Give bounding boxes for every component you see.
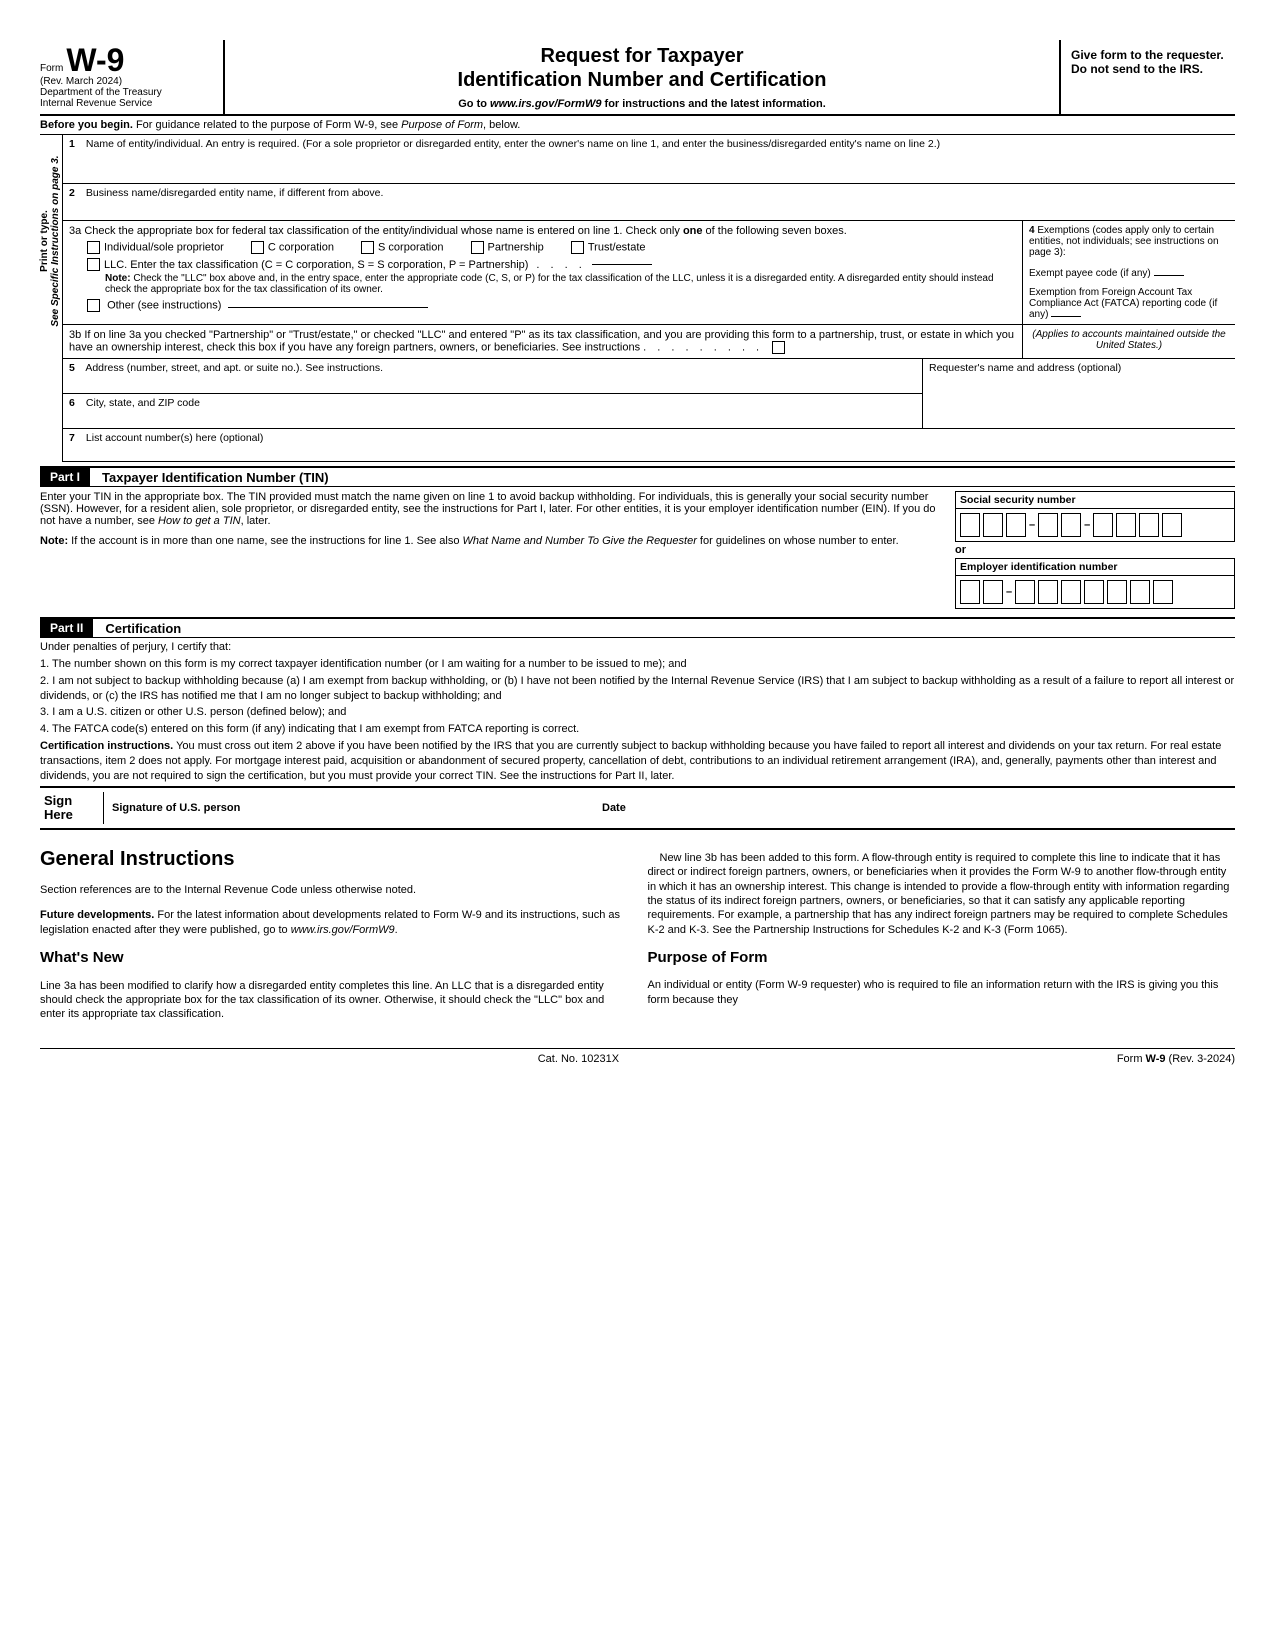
- line-7[interactable]: 7 List account number(s) here (optional): [63, 429, 1235, 462]
- date-field[interactable]: Date: [602, 802, 626, 814]
- cb-llc[interactable]: [87, 258, 100, 271]
- goto-line: Go to www.irs.gov/FormW9 for instruction…: [235, 98, 1049, 110]
- tin-box: Social security number – – or Employer i…: [955, 491, 1235, 609]
- header-left: Form W-9 (Rev. March 2024) Department of…: [40, 40, 225, 114]
- llc-class-input[interactable]: [592, 264, 652, 265]
- header-center: Request for Taxpayer Identification Numb…: [225, 40, 1059, 114]
- cb-3b[interactable]: [772, 341, 785, 354]
- cb-trust[interactable]: [571, 241, 584, 254]
- revision: (Rev. March 2024): [40, 76, 215, 87]
- cb-individual[interactable]: [87, 241, 100, 254]
- line-2[interactable]: 2 Business name/disregarded entity name,…: [63, 184, 1235, 221]
- general-instructions: General Instructions Section references …: [40, 840, 1235, 1032]
- line-1[interactable]: 1 Name of entity/individual. An entry is…: [63, 135, 1235, 184]
- main-fields: Print or type. See Specific Instructions…: [40, 135, 1235, 462]
- form-number: W-9: [66, 42, 124, 78]
- irs: Internal Revenue Service: [40, 98, 215, 109]
- payee-code-input[interactable]: [1154, 275, 1184, 276]
- page-footer: Cat. No. 10231X Form W-9 (Rev. 3-2024): [40, 1048, 1235, 1065]
- requester-box[interactable]: Requester's name and address (optional): [922, 359, 1235, 429]
- line-3a: 3a Check the appropriate box for federal…: [63, 221, 1023, 324]
- cb-partnership[interactable]: [471, 241, 484, 254]
- form-prefix: Form: [40, 63, 63, 74]
- cb-s-corp[interactable]: [361, 241, 374, 254]
- part1-header: Part I Taxpayer Identification Number (T…: [40, 466, 1235, 487]
- title-line2: Identification Number and Certification: [235, 68, 1049, 92]
- dept: Department of the Treasury: [40, 87, 215, 98]
- part1-body: Enter your TIN in the appropriate box. T…: [40, 487, 1235, 613]
- title-line1: Request for Taxpayer: [235, 44, 1049, 68]
- applies-note: (Applies to accounts maintained outside …: [1023, 325, 1235, 358]
- signature-row: Sign Here Signature of U.S. person Date: [40, 786, 1235, 831]
- address-block: 5 Address (number, street, and apt. or s…: [63, 359, 1235, 429]
- signature-field[interactable]: Signature of U.S. person: [104, 802, 602, 814]
- fatca-code-input[interactable]: [1051, 316, 1081, 317]
- line-6[interactable]: 6 City, state, and ZIP code: [63, 394, 922, 429]
- cb-c-corp[interactable]: [251, 241, 264, 254]
- line-3b-row: 3b If on line 3a you checked "Partnershi…: [63, 325, 1235, 359]
- before-you-begin: Before you begin. For guidance related t…: [40, 116, 1235, 135]
- form-header: Form W-9 (Rev. March 2024) Department of…: [40, 40, 1235, 116]
- line-3-4-container: 3a Check the appropriate box for federal…: [63, 221, 1235, 325]
- cb-other[interactable]: [87, 299, 100, 312]
- certification-text: Under penalties of perjury, I certify th…: [40, 640, 1235, 784]
- line-5[interactable]: 5 Address (number, street, and apt. or s…: [63, 359, 922, 394]
- other-input[interactable]: [228, 307, 428, 308]
- side-label: Print or type. See Specific Instructions…: [40, 135, 63, 462]
- line-4: 4 Exemptions (codes apply only to certai…: [1023, 221, 1235, 324]
- part2-header: Part II Certification: [40, 617, 1235, 638]
- ein-input[interactable]: –: [955, 575, 1235, 609]
- ssn-input[interactable]: – –: [955, 508, 1235, 542]
- give-form: Give form to the requester. Do not send …: [1059, 40, 1235, 114]
- line-3b: 3b If on line 3a you checked "Partnershi…: [63, 325, 1023, 358]
